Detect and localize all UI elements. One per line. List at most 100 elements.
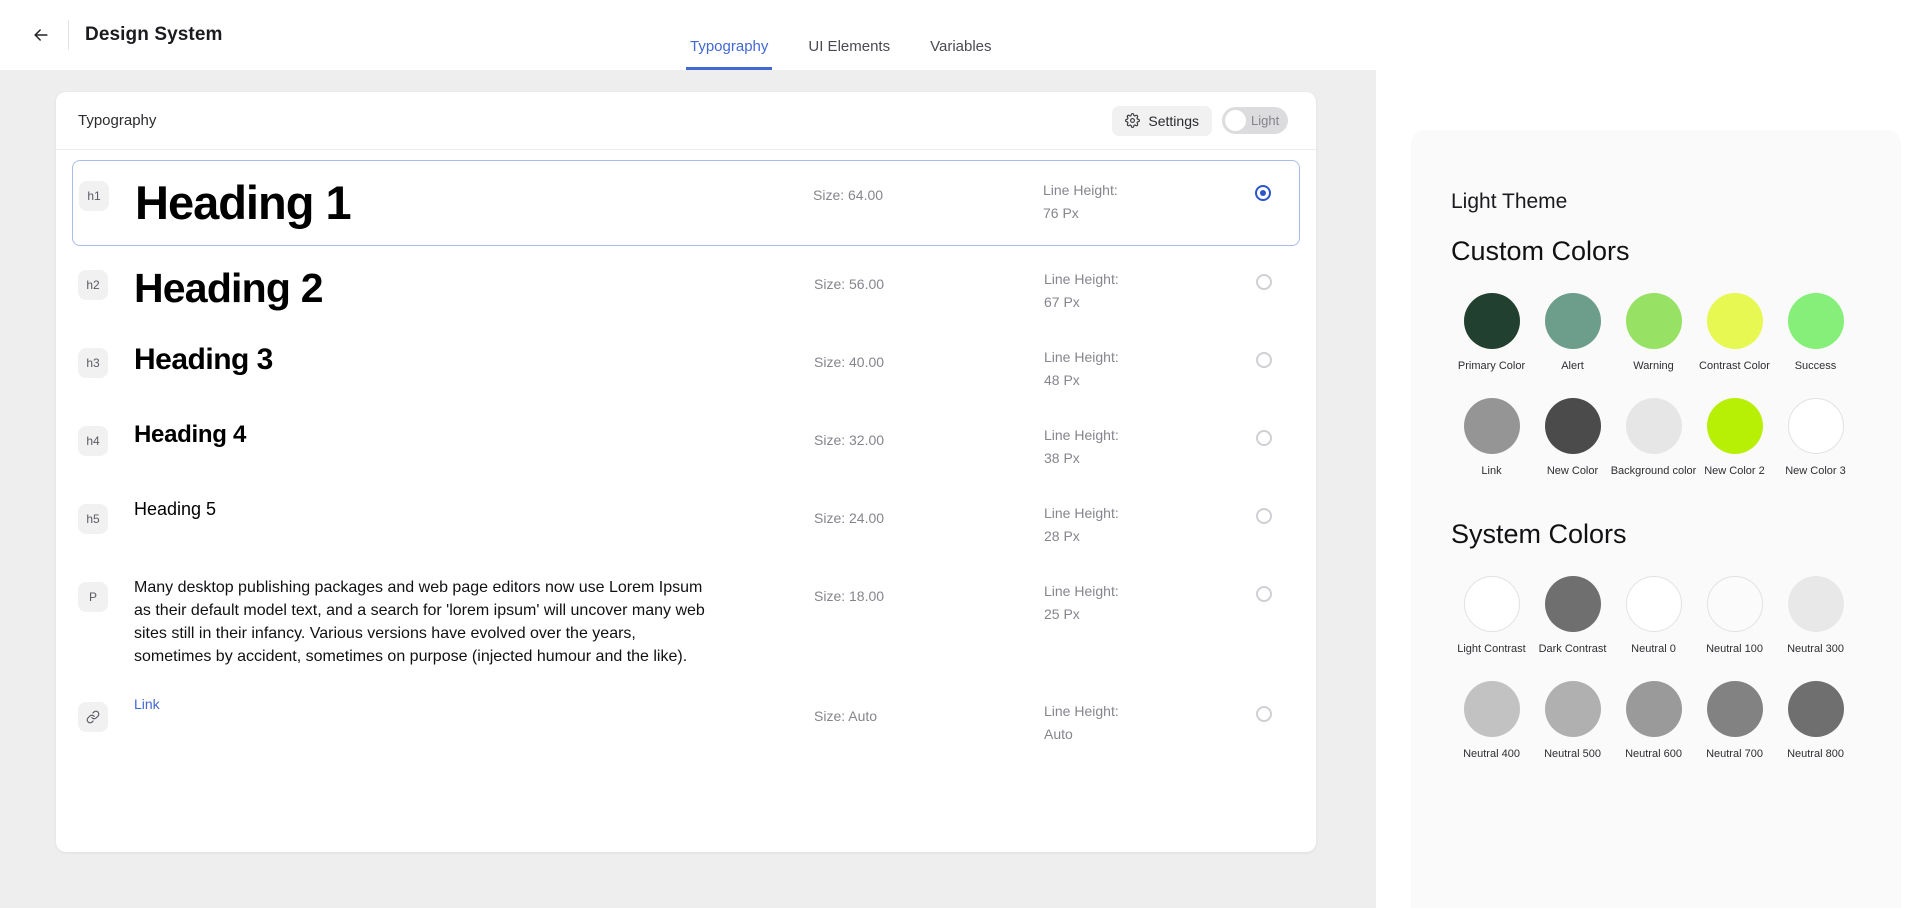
swatch-label: Contrast Color — [1699, 360, 1770, 372]
color-swatch[interactable] — [1787, 293, 1844, 349]
sample-cell: Heading 3 — [108, 342, 814, 378]
color-swatch[interactable] — [1706, 398, 1763, 454]
table-row[interactable]: P Many desktop publishing packages and w… — [56, 562, 1316, 682]
line-height-value: 38 Px — [1044, 450, 1080, 466]
color-swatch[interactable] — [1463, 293, 1520, 349]
line-height-value: Auto — [1044, 726, 1073, 742]
line-height-label: Line Height: — [1044, 349, 1119, 365]
size-value: Size: 40.00 — [814, 354, 885, 370]
color-swatch[interactable] — [1463, 576, 1520, 632]
line-height-label: Line Height: — [1043, 182, 1118, 198]
link-icon — [86, 710, 100, 724]
row-radio[interactable] — [1256, 706, 1272, 722]
color-swatch[interactable] — [1706, 681, 1763, 737]
row-radio[interactable] — [1255, 185, 1271, 201]
size-value: Size: 24.00 — [814, 510, 885, 526]
color-swatch[interactable] — [1625, 576, 1682, 632]
table-row[interactable]: Link Size: Auto Line Height: Auto — [56, 682, 1316, 760]
line-height-cell: Line Height: 38 Px — [1044, 420, 1234, 470]
swatch-label: Neutral 0 — [1631, 643, 1676, 655]
tag-badge: P — [78, 582, 108, 612]
swatch-cell: Contrast Color — [1694, 293, 1775, 372]
system-colors-row-2: Neutral 400 Neutral 500 Neutral 600 Neutral… — [1451, 681, 1861, 760]
theme-region: Light Theme Custom Colors Primary Color A… — [1376, 0, 1920, 908]
tab-typography[interactable]: Typography — [686, 38, 773, 70]
row-radio[interactable] — [1256, 352, 1272, 368]
swatch-label: Background color — [1610, 465, 1697, 477]
swatch-label: Success — [1794, 360, 1837, 372]
color-swatch[interactable] — [1544, 681, 1601, 737]
table-row[interactable]: h2 Heading 2 Size: 56.00 Line Height: 67… — [56, 250, 1316, 328]
color-swatch[interactable] — [1706, 293, 1763, 349]
color-swatch[interactable] — [1625, 293, 1682, 349]
table-row[interactable]: h3 Heading 3 Size: 40.00 Line Height: 48… — [56, 328, 1316, 406]
line-height-cell: Line Height: 28 Px — [1044, 498, 1234, 548]
swatch-label: Neutral 300 — [1787, 643, 1844, 655]
card-actions: Settings Light — [1112, 105, 1288, 136]
color-swatch[interactable] — [1706, 576, 1763, 632]
back-button[interactable] — [24, 18, 58, 52]
swatch-cell: Neutral 300 — [1775, 576, 1856, 655]
table-row[interactable]: h1 Heading 1 Size: 64.00 Line Height: 76… — [72, 160, 1300, 246]
color-swatch[interactable] — [1787, 398, 1844, 454]
toggle-label: Light — [1251, 113, 1280, 128]
color-swatch[interactable] — [1544, 293, 1601, 349]
line-height-cell: Line Height: 48 Px — [1044, 342, 1234, 392]
sample-link[interactable]: Link — [134, 696, 160, 712]
color-swatch[interactable] — [1544, 576, 1601, 632]
line-height-cell: Line Height: Auto — [1044, 696, 1234, 746]
swatch-cell: Neutral 800 — [1775, 681, 1856, 760]
tag-badge: h5 — [78, 504, 108, 534]
color-swatch[interactable] — [1625, 398, 1682, 454]
swatch-label: New Color 3 — [1785, 465, 1846, 477]
row-radio[interactable] — [1256, 508, 1272, 524]
color-swatch[interactable] — [1463, 681, 1520, 737]
line-height-cell: Line Height: 76 Px — [1043, 175, 1233, 225]
row-radio[interactable] — [1256, 274, 1272, 290]
swatch-cell: Dark Contrast — [1532, 576, 1613, 655]
swatch-cell: Neutral 100 — [1694, 576, 1775, 655]
radio-cell — [1234, 696, 1294, 722]
color-swatch[interactable] — [1544, 398, 1601, 454]
size-value: Size: 56.00 — [814, 276, 885, 292]
swatch-label: Primary Color — [1457, 360, 1526, 372]
header-divider — [68, 20, 69, 50]
swatch-cell: Neutral 500 — [1532, 681, 1613, 760]
size-value: Size: 64.00 — [813, 187, 884, 203]
tag-badge: h3 — [78, 348, 108, 378]
swatch-label: Alert — [1561, 360, 1584, 372]
tag-badge: h4 — [78, 426, 108, 456]
sample-cell: Heading 5 — [108, 498, 814, 520]
sample-text: Heading 4 — [134, 421, 246, 448]
row-radio[interactable] — [1256, 586, 1272, 602]
swatch-label: Neutral 800 — [1787, 748, 1844, 760]
tag-badge: h2 — [78, 270, 108, 300]
radio-cell — [1234, 264, 1294, 290]
line-height-label: Line Height: — [1044, 505, 1119, 521]
tab-variables[interactable]: Variables — [926, 38, 995, 70]
tab-ui-elements[interactable]: UI Elements — [804, 38, 894, 70]
color-swatch[interactable] — [1625, 681, 1682, 737]
row-radio[interactable] — [1256, 430, 1272, 446]
custom-colors-row-2: Link New Color Background color New Color 2… — [1451, 398, 1861, 477]
line-height-value: 76 Px — [1043, 205, 1079, 221]
theme-toggle[interactable]: Light — [1222, 107, 1288, 134]
color-swatch[interactable] — [1463, 398, 1520, 454]
radio-cell — [1234, 576, 1294, 602]
sample-cell: Many desktop publishing packages and web… — [108, 576, 814, 668]
custom-colors-title: Custom Colors — [1451, 236, 1630, 266]
settings-button[interactable]: Settings — [1112, 105, 1212, 136]
sample-cell: Heading 2 — [108, 264, 814, 313]
color-swatch[interactable] — [1787, 681, 1844, 737]
swatch-cell: Primary Color — [1451, 293, 1532, 372]
line-height-value: 48 Px — [1044, 372, 1080, 388]
swatch-cell: New Color 2 — [1694, 398, 1775, 477]
sample-text: Heading 1 — [135, 176, 352, 229]
swatch-label: Neutral 400 — [1463, 748, 1520, 760]
table-row[interactable]: h5 Heading 5 Size: 24.00 Line Height: 28… — [56, 484, 1316, 562]
system-colors-row-1: Light Contrast Dark Contrast Neutral 0 Neut… — [1451, 576, 1861, 655]
table-row[interactable]: h4 Heading 4 Size: 32.00 Line Height: 38… — [56, 406, 1316, 484]
color-swatch[interactable] — [1787, 576, 1844, 632]
sample-cell: Link — [108, 696, 814, 714]
system-colors-title: System Colors — [1451, 519, 1627, 549]
